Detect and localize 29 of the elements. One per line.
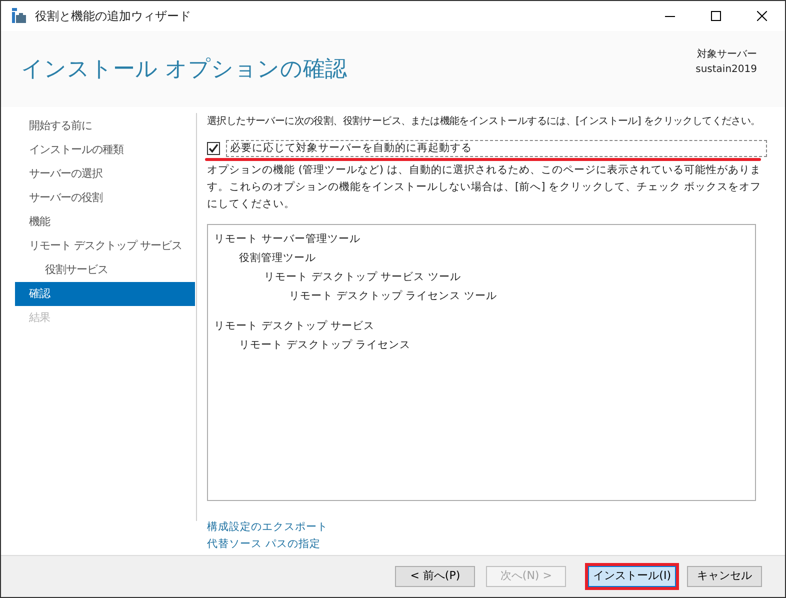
link[interactable]: 構成設定のエクスポート bbox=[207, 519, 328, 536]
target-server-name: sustain2019 bbox=[696, 63, 757, 77]
nav-item[interactable]: サーバーの選択 bbox=[15, 162, 195, 186]
nav-item[interactable]: 開始する前に bbox=[15, 114, 195, 138]
list-entry: リモート サーバー管理ツール bbox=[214, 232, 362, 247]
wizard-button[interactable]: キャンセル bbox=[687, 566, 762, 587]
nav-item[interactable]: 役割サービス bbox=[15, 258, 195, 282]
nav-item[interactable]: サーバーの役割 bbox=[15, 186, 195, 210]
instruction-text: 選択したサーバーに次の役割、役割サービス、または機能をインストールするには、[インストール] をクリックしてください。 bbox=[207, 114, 762, 129]
check-icon bbox=[208, 142, 219, 154]
list-entry: リモート デスクトップ ライセンス ツール bbox=[288, 289, 498, 304]
list-entry: リモート デスクトップ サービス bbox=[214, 319, 376, 334]
target-server-label: 対象サーバー bbox=[697, 48, 757, 62]
list-entry: 役割管理ツール bbox=[238, 251, 317, 266]
wizard-button[interactable]: < 前へ(P) bbox=[395, 566, 476, 587]
wizard-icon bbox=[11, 8, 27, 24]
page-title: インストール オプションの確認 bbox=[21, 56, 347, 84]
list-entry: リモート デスクトップ ライセンス bbox=[238, 338, 412, 353]
maximize-icon bbox=[711, 11, 721, 21]
window-title: 役割と機能の追加ウィザード bbox=[35, 8, 191, 25]
nav-item[interactable]: 確認 bbox=[15, 282, 195, 306]
link[interactable]: 代替ソース パスの指定 bbox=[207, 536, 320, 553]
list-entry: リモート デスクトップ サービス ツール bbox=[263, 270, 462, 285]
nav-item[interactable]: リモート デスクトップ サービス bbox=[15, 234, 195, 258]
nav-item[interactable]: インストールの種類 bbox=[15, 138, 195, 162]
close-icon bbox=[757, 11, 767, 21]
nav-item[interactable]: 機能 bbox=[15, 210, 195, 234]
wizard-button[interactable]: インストール(I) bbox=[588, 566, 676, 587]
note-text: オプションの機能 (管理ツールなど) は、自動的に選択されるため、このページに表示されている可能性があります。これらのオプションの機能をインストールしない場合は、[前へ] をクリックして、チェック ボックスをオフにしてください。 bbox=[207, 163, 762, 212]
